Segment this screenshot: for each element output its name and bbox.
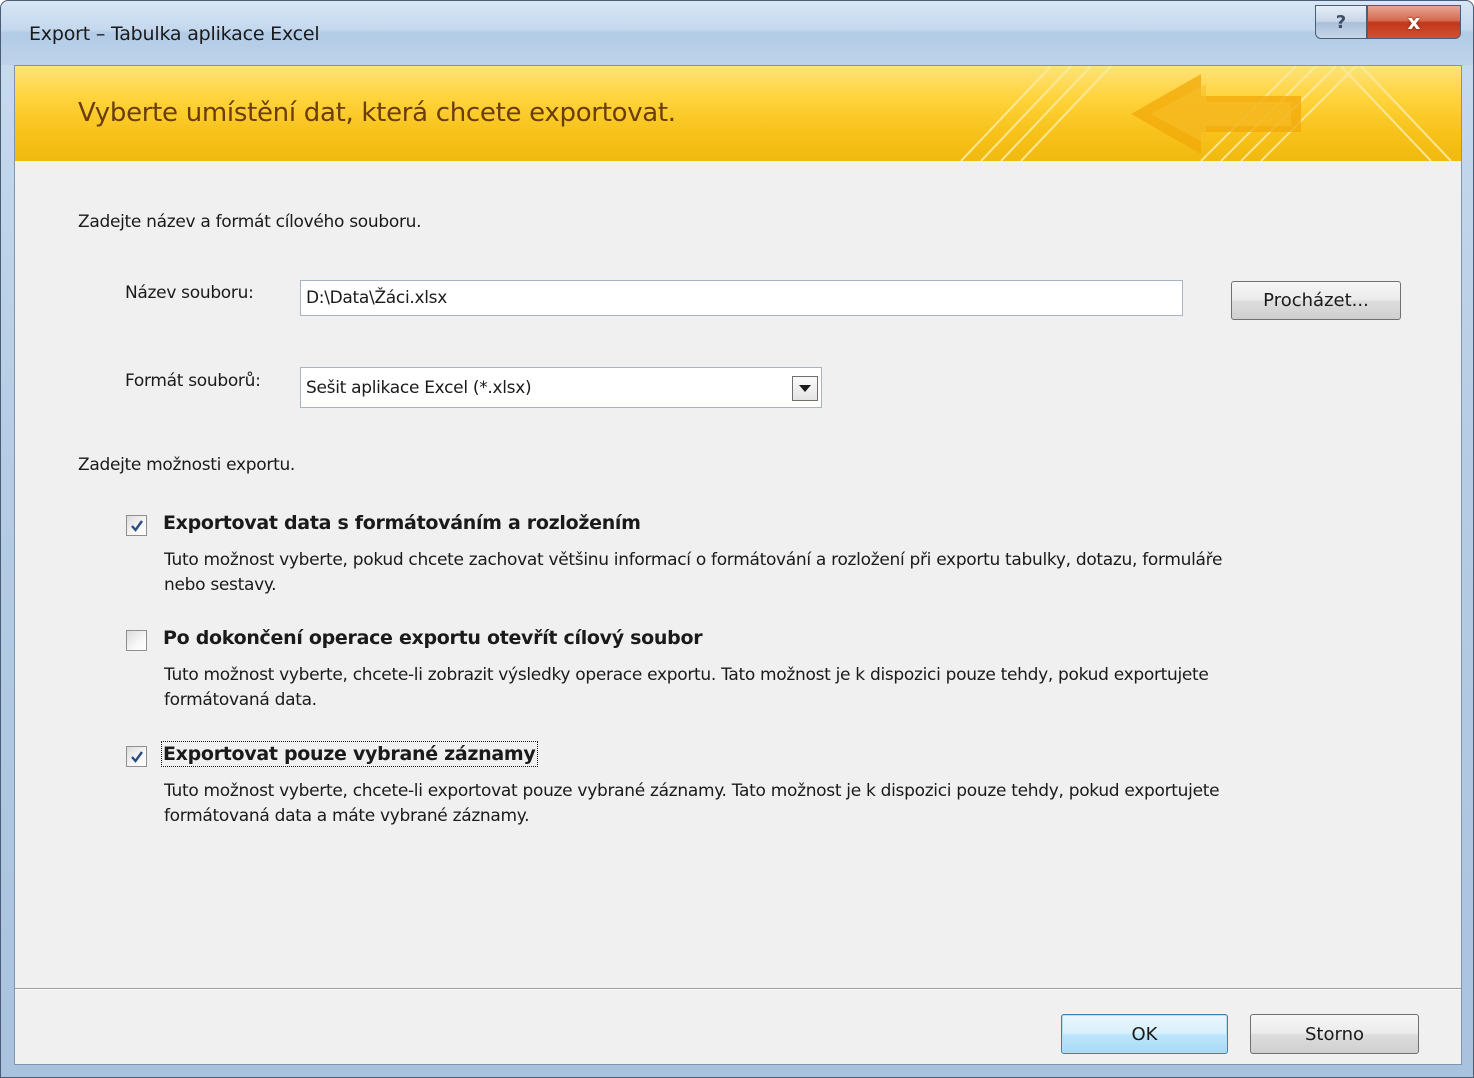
option-selected-description-2: formátovaná data a máte vybrané záznamy. [164,806,530,826]
option-open-label[interactable]: Po dokončení operace exportu otevřít cíl… [163,627,703,649]
help-button[interactable]: ? [1315,5,1367,39]
cancel-button[interactable]: Storno [1250,1014,1419,1054]
option-format-label[interactable]: Exportovat data s formátováním a rozlože… [163,512,641,534]
window-title: Export – Tabulka aplikace Excel [29,23,320,45]
format-value: Sešit aplikace Excel (*.xlsx) [306,377,532,398]
banner-title: Vyberte umístění dat, která chcete expor… [78,98,676,128]
checkmark-icon [130,750,143,763]
footer-separator [15,988,1461,990]
option-open-checkbox[interactable] [126,630,147,651]
close-button[interactable]: x [1367,5,1461,39]
ok-button[interactable]: OK [1061,1014,1228,1054]
option-selected-label[interactable]: Exportovat pouze vybrané záznamy [161,741,538,767]
filename-value: D:\Data\Žáci.xlsx [306,288,448,308]
banner-decoration-icon [960,66,1452,161]
option-selected-description-1: Tuto možnost vyberte, chcete-li exportov… [164,781,1220,801]
header-banner: Vyberte umístění dat, která chcete expor… [15,66,1461,161]
option-format-description-1: Tuto možnost vyberte, pokud chcete zacho… [164,550,1223,570]
format-select[interactable]: Sešit aplikace Excel (*.xlsx) [300,367,822,408]
file-section-heading: Zadejte název a formát cílového souboru. [78,212,422,232]
close-icon: x [1407,10,1421,34]
checkmark-icon [130,519,143,532]
option-format-description-2: nebo sestavy. [164,575,277,595]
option-open-description-2: formátovaná data. [164,690,317,710]
chevron-down-icon [799,384,811,392]
filename-label: Název souboru: [125,283,254,303]
title-bar[interactable]: Export – Tabulka aplikace Excel ? x [1,1,1473,65]
format-label: Formát souborů: [125,371,261,391]
browse-button[interactable]: Procházet... [1231,281,1401,320]
export-dialog-window: Export – Tabulka aplikace Excel ? x Vybe… [0,0,1474,1078]
option-format-checkbox[interactable] [126,515,147,536]
options-section-heading: Zadejte možnosti exportu. [78,455,296,475]
option-open-description-1: Tuto možnost vyberte, chcete-li zobrazit… [164,665,1209,685]
help-icon: ? [1335,11,1347,33]
filename-input[interactable]: D:\Data\Žáci.xlsx [300,280,1183,316]
option-selected-checkbox[interactable] [126,746,147,767]
dropdown-arrow[interactable] [792,376,818,401]
dialog-client-area: Vyberte umístění dat, která chcete expor… [14,65,1462,1065]
